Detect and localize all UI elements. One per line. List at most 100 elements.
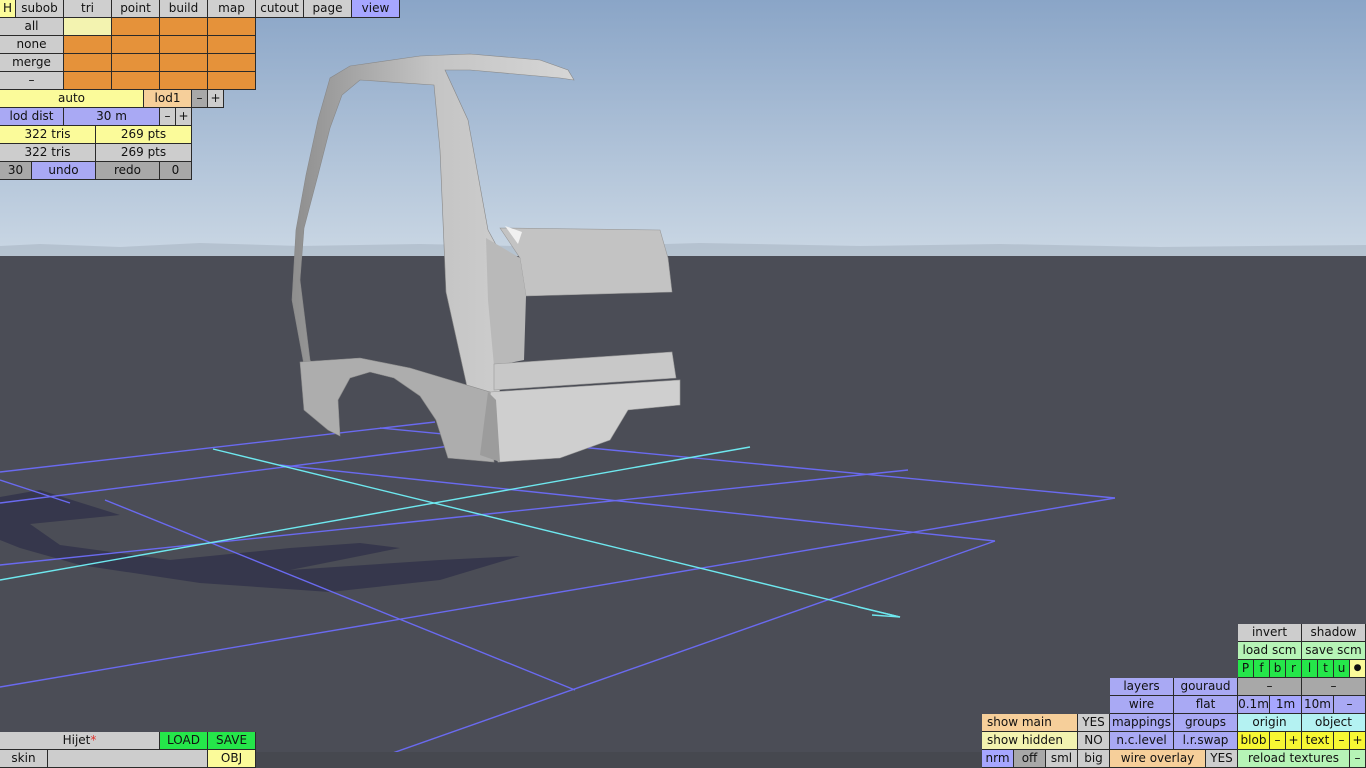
tab-build[interactable]: build xyxy=(160,0,208,18)
skin-field[interactable] xyxy=(48,750,208,768)
text-minus-button[interactable]: – xyxy=(1334,732,1350,750)
select-all-button[interactable]: all xyxy=(0,18,64,36)
tris-count: 322 tris xyxy=(0,126,96,144)
palette-cell[interactable] xyxy=(64,54,112,72)
wire-overlay-button[interactable]: wire overlay xyxy=(1110,750,1206,768)
view-r-button[interactable]: r xyxy=(1286,660,1302,678)
palette-cell[interactable] xyxy=(208,72,256,90)
palette-cell[interactable] xyxy=(160,36,208,54)
blob-plus-button[interactable]: + xyxy=(1286,732,1302,750)
dash-button-1[interactable]: – xyxy=(1238,678,1302,696)
tab-view[interactable]: view xyxy=(352,0,400,18)
grid-minus-button[interactable]: – xyxy=(1334,696,1366,714)
dash-button-2[interactable]: – xyxy=(1302,678,1366,696)
invert-button[interactable]: invert xyxy=(1238,624,1302,642)
view-f-button[interactable]: f xyxy=(1254,660,1270,678)
lod-level-button[interactable]: lod1 xyxy=(144,90,192,108)
dash-button[interactable]: – xyxy=(0,72,64,90)
3d-viewport[interactable] xyxy=(0,0,1366,768)
grid-1m-button[interactable]: 1m xyxy=(1270,696,1302,714)
reload-textures-button[interactable]: reload textures xyxy=(1238,750,1350,768)
normals-off-button[interactable]: off xyxy=(1014,750,1046,768)
show-main-button[interactable]: show main xyxy=(982,714,1078,732)
show-hidden-button[interactable]: show hidden xyxy=(982,732,1078,750)
show-hidden-value[interactable]: NO xyxy=(1078,732,1110,750)
origin-button[interactable]: origin xyxy=(1238,714,1302,732)
nc-level-button[interactable]: n.c.level xyxy=(1110,732,1174,750)
palette-cell[interactable] xyxy=(208,36,256,54)
lod-auto-button[interactable]: auto xyxy=(0,90,144,108)
normals-nrm-button[interactable]: nrm xyxy=(982,750,1014,768)
palette-cell[interactable] xyxy=(208,18,256,36)
undo-button[interactable]: undo xyxy=(32,162,96,180)
layers-button[interactable]: layers xyxy=(1110,678,1174,696)
tris-count-total: 322 tris xyxy=(0,144,96,162)
palette-cell[interactable] xyxy=(64,72,112,90)
palette-cell[interactable] xyxy=(112,54,160,72)
select-none-button[interactable]: none xyxy=(0,36,64,54)
modified-mark: * xyxy=(90,733,97,747)
shadow-button[interactable]: shadow xyxy=(1302,624,1366,642)
h-button[interactable]: H xyxy=(0,0,16,18)
lod-dist-label: lod dist xyxy=(0,108,64,126)
pts-count: 269 pts xyxy=(96,126,192,144)
wire-button[interactable]: wire xyxy=(1110,696,1174,714)
tab-page[interactable]: page xyxy=(304,0,352,18)
palette-cell[interactable] xyxy=(208,54,256,72)
lod-minus-button[interactable]: – xyxy=(192,90,208,108)
dot-button[interactable]: ● xyxy=(1350,660,1366,678)
tab-point[interactable]: point xyxy=(112,0,160,18)
view-t-button[interactable]: t xyxy=(1318,660,1334,678)
tab-cutout[interactable]: cutout xyxy=(256,0,304,18)
wire-overlay-value[interactable]: YES xyxy=(1206,750,1238,768)
view-b-button[interactable]: b xyxy=(1270,660,1286,678)
pts-count-total: 269 pts xyxy=(96,144,192,162)
lod-dist-plus-button[interactable]: + xyxy=(176,108,192,126)
text-plus-button[interactable]: + xyxy=(1350,732,1366,750)
blob-button[interactable]: blob xyxy=(1238,732,1270,750)
mappings-button[interactable]: mappings xyxy=(1110,714,1174,732)
lr-swap-button[interactable]: l.r.swap xyxy=(1174,732,1238,750)
text-button[interactable]: text xyxy=(1302,732,1334,750)
groups-button[interactable]: groups xyxy=(1174,714,1238,732)
load-scm-button[interactable]: load scm xyxy=(1238,642,1302,660)
grid-10m-button[interactable]: 10m xyxy=(1302,696,1334,714)
view-p-button[interactable]: P xyxy=(1238,660,1254,678)
file-name[interactable]: Hijet* xyxy=(0,732,160,750)
grid-0.1m-button[interactable]: 0.1m xyxy=(1238,696,1270,714)
tab-map[interactable]: map xyxy=(208,0,256,18)
undo-count: 30 xyxy=(0,162,32,180)
palette-cell[interactable] xyxy=(160,72,208,90)
tab-tri[interactable]: tri xyxy=(64,0,112,18)
save-scm-button[interactable]: save scm xyxy=(1302,642,1366,660)
normals-sml-button[interactable]: sml xyxy=(1046,750,1078,768)
object-button[interactable]: object xyxy=(1302,714,1366,732)
reload-textures-minus-button[interactable]: – xyxy=(1350,750,1366,768)
palette-cell[interactable] xyxy=(64,18,112,36)
lod-plus-button[interactable]: + xyxy=(208,90,224,108)
palette-cell[interactable] xyxy=(112,36,160,54)
palette-cell[interactable] xyxy=(64,36,112,54)
lod-dist-value[interactable]: 30 m xyxy=(64,108,160,126)
palette-cell[interactable] xyxy=(112,18,160,36)
palette-cell[interactable] xyxy=(112,72,160,90)
redo-count: 0 xyxy=(160,162,192,180)
load-button[interactable]: LOAD xyxy=(160,732,208,750)
view-l-button[interactable]: l xyxy=(1302,660,1318,678)
flat-button[interactable]: flat xyxy=(1174,696,1238,714)
skin-button[interactable]: skin xyxy=(0,750,48,768)
normals-big-button[interactable]: big xyxy=(1078,750,1110,768)
palette-cell[interactable] xyxy=(160,18,208,36)
show-main-value[interactable]: YES xyxy=(1078,714,1110,732)
view-u-button[interactable]: u xyxy=(1334,660,1350,678)
palette-cell[interactable] xyxy=(160,54,208,72)
obj-button[interactable]: OBJ xyxy=(208,750,256,768)
save-button[interactable]: SAVE xyxy=(208,732,256,750)
lod-dist-minus-button[interactable]: – xyxy=(160,108,176,126)
blob-minus-button[interactable]: – xyxy=(1270,732,1286,750)
gouraud-button[interactable]: gouraud xyxy=(1174,678,1238,696)
redo-button[interactable]: redo xyxy=(96,162,160,180)
file-name-text: Hijet xyxy=(62,733,91,747)
merge-button[interactable]: merge xyxy=(0,54,64,72)
tab-subob[interactable]: subob xyxy=(16,0,64,18)
